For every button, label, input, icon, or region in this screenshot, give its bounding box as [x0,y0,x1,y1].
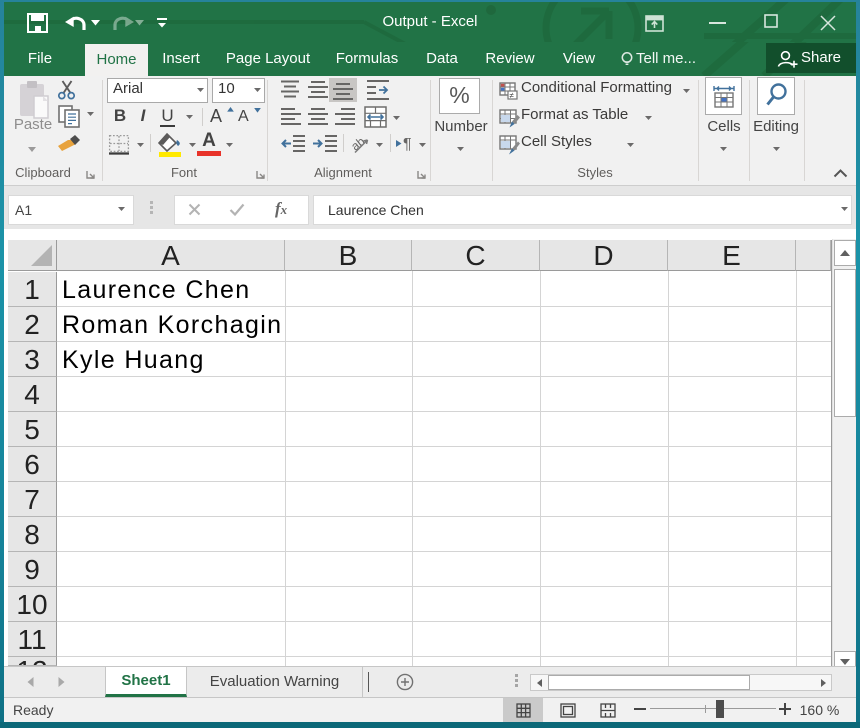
svg-text:ab: ab [350,134,368,153]
svg-text:≠: ≠ [510,91,515,100]
svg-text:¶: ¶ [403,136,412,152]
